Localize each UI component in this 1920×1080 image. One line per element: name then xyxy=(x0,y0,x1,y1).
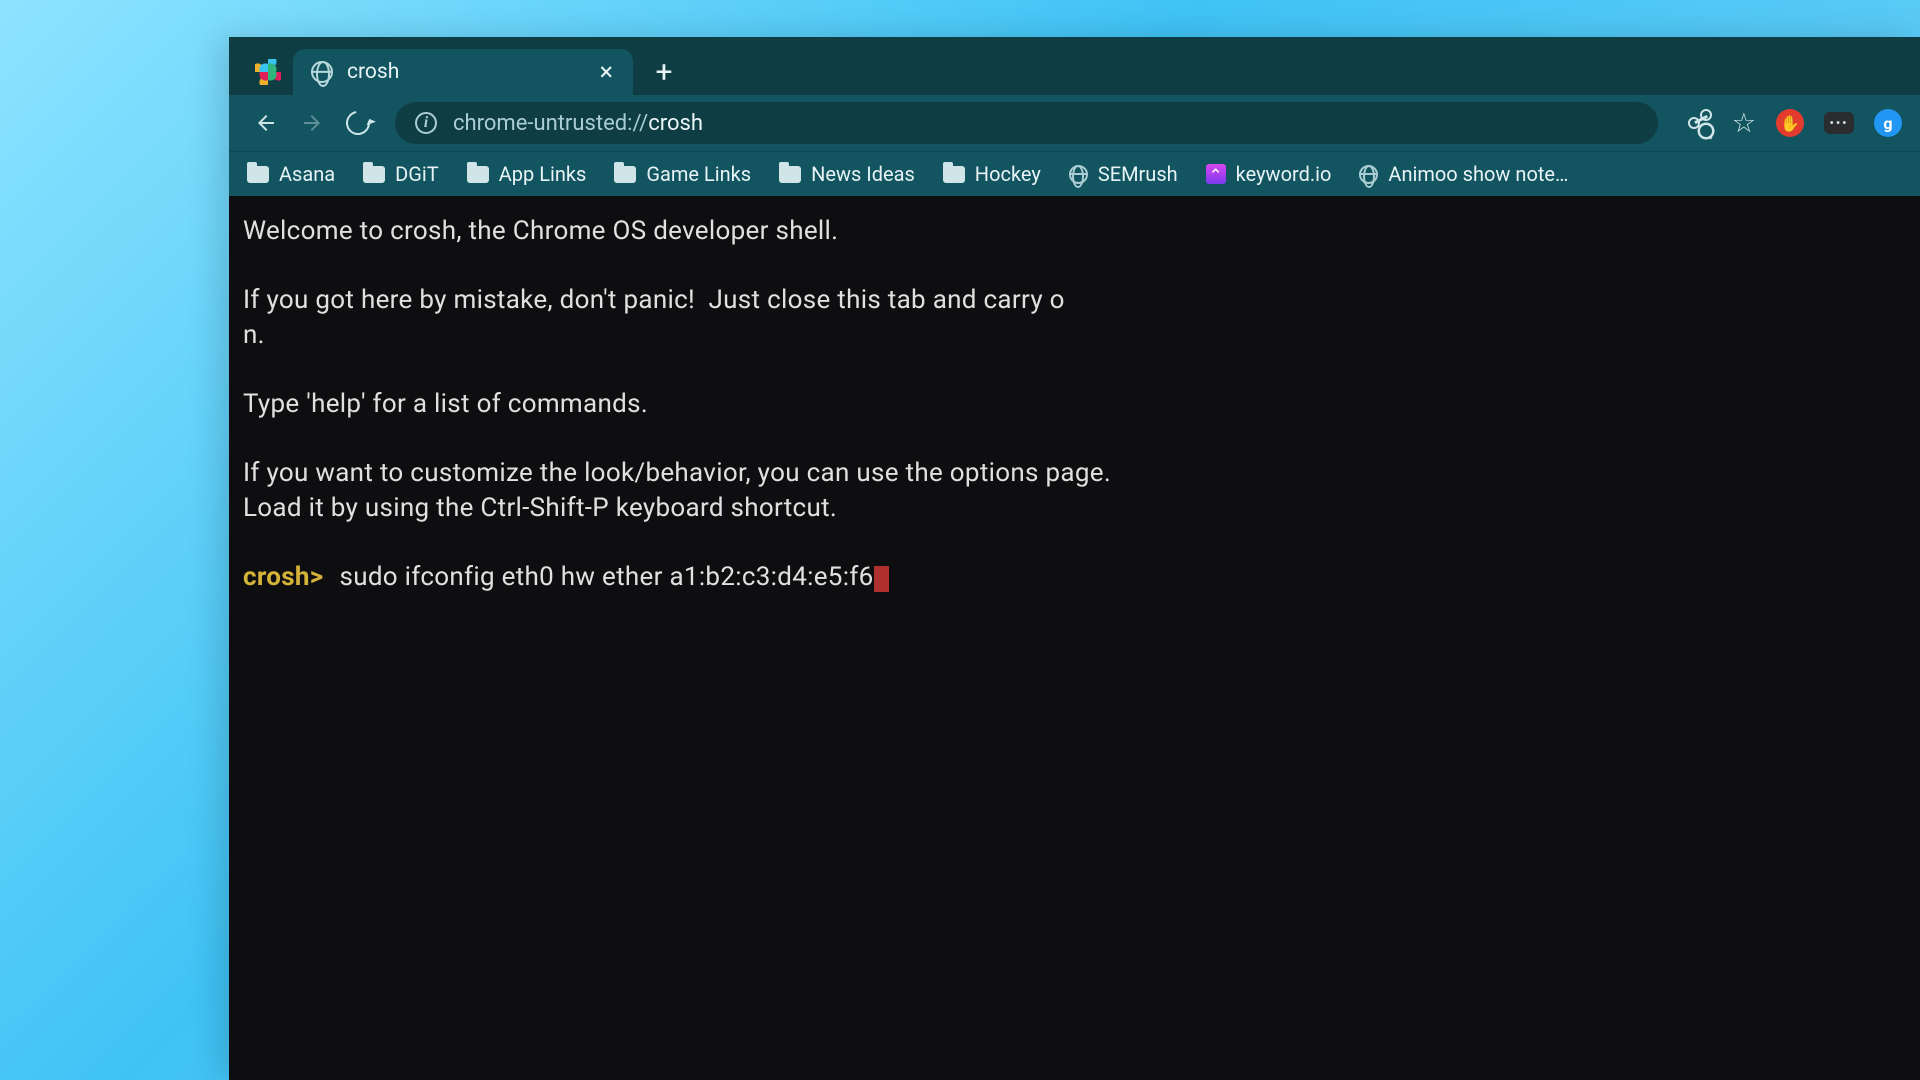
close-tab-icon[interactable]: × xyxy=(596,60,617,85)
terminal-line: Welcome to crosh, the Chrome OS develope… xyxy=(243,216,838,246)
terminal-line: n. xyxy=(243,320,265,350)
bookmark-item[interactable]: App Links xyxy=(467,162,587,186)
bookmark-item[interactable]: Asana xyxy=(247,162,335,186)
forward-button[interactable] xyxy=(293,104,331,142)
bookmark-label: DGiT xyxy=(395,162,439,186)
folder-icon xyxy=(363,166,385,183)
reload-button[interactable] xyxy=(339,104,377,142)
bookmark-item[interactable]: Game Links xyxy=(614,162,751,186)
terminal-line: Type 'help' for a list of commands. xyxy=(243,389,648,419)
bookmark-item[interactable]: keyword.io xyxy=(1206,162,1332,186)
terminal-line: Load it by using the Ctrl-Shift-P keyboa… xyxy=(243,493,837,523)
terminal-line: If you got here by mistake, don't panic!… xyxy=(243,285,1065,315)
folder-icon xyxy=(943,166,965,183)
keyword-io-icon xyxy=(1206,164,1226,184)
bookmark-label: Asana xyxy=(279,162,335,186)
terminal-prompt: crosh> xyxy=(243,562,324,592)
reload-icon xyxy=(341,106,374,139)
tab-title: crosh xyxy=(347,60,582,84)
terminal-command: sudo ifconfig eth0 hw ether a1:b2:c3:d4:… xyxy=(339,562,873,592)
bookmark-label: keyword.io xyxy=(1236,162,1332,186)
bookmark-label: App Links xyxy=(499,162,587,186)
tab-crosh[interactable]: crosh × xyxy=(293,49,633,95)
toolbar: i chrome-untrusted://crosh ☆ ✋ ••• g xyxy=(229,95,1920,151)
back-button[interactable] xyxy=(247,104,285,142)
terminal-viewport[interactable]: Welcome to crosh, the Chrome OS develope… xyxy=(229,196,1920,1080)
folder-icon xyxy=(247,166,269,183)
share-icon[interactable] xyxy=(1688,111,1712,135)
toolbar-actions: ☆ ✋ ••• g xyxy=(1676,107,1902,139)
folder-icon xyxy=(467,166,489,183)
url-scheme: chrome-untrusted:// xyxy=(453,111,648,136)
folder-icon xyxy=(779,166,801,183)
bookmark-star-icon[interactable]: ☆ xyxy=(1732,107,1756,139)
address-bar[interactable]: i chrome-untrusted://crosh xyxy=(395,102,1658,144)
bookmark-item[interactable]: DGiT xyxy=(363,162,439,186)
bookmark-label: News Ideas xyxy=(811,162,915,186)
extension-menu-icon[interactable]: ••• xyxy=(1824,112,1854,134)
bookmark-label: Game Links xyxy=(646,162,751,186)
bookmark-item[interactable]: SEMrush xyxy=(1069,162,1178,186)
slack-icon xyxy=(255,59,281,85)
globe-icon xyxy=(311,61,333,83)
site-info-icon[interactable]: i xyxy=(415,112,437,134)
folder-icon xyxy=(614,166,636,183)
extension-blue-icon[interactable]: g xyxy=(1874,109,1902,137)
bookmark-item[interactable]: News Ideas xyxy=(779,162,915,186)
url-path: crosh xyxy=(648,111,703,136)
arrow-left-icon xyxy=(254,111,278,135)
bookmark-item[interactable]: Animoo show note… xyxy=(1359,162,1568,186)
bookmark-label: Animoo show note… xyxy=(1388,162,1568,186)
pinned-tab-slack[interactable] xyxy=(243,49,293,95)
tab-strip: crosh × + xyxy=(229,37,1920,95)
terminal-cursor xyxy=(874,566,889,592)
extension-red-icon[interactable]: ✋ xyxy=(1776,109,1804,137)
bookmark-item[interactable]: Hockey xyxy=(943,162,1041,186)
bookmarks-bar: Asana DGiT App Links Game Links News Ide… xyxy=(229,151,1920,196)
arrow-right-icon xyxy=(300,111,324,135)
globe-icon xyxy=(1069,165,1088,184)
desktop-background: crosh × + i chrome-untrusted://crosh ☆ xyxy=(0,0,1920,1080)
bookmark-label: Hockey xyxy=(975,162,1041,186)
new-tab-button[interactable]: + xyxy=(641,49,687,95)
globe-icon xyxy=(1359,165,1378,184)
browser-window: crosh × + i chrome-untrusted://crosh ☆ xyxy=(229,37,1920,1080)
bookmark-label: SEMrush xyxy=(1098,162,1178,186)
url-text: chrome-untrusted://crosh xyxy=(453,111,703,136)
terminal-line: If you want to customize the look/behavi… xyxy=(243,458,1111,488)
